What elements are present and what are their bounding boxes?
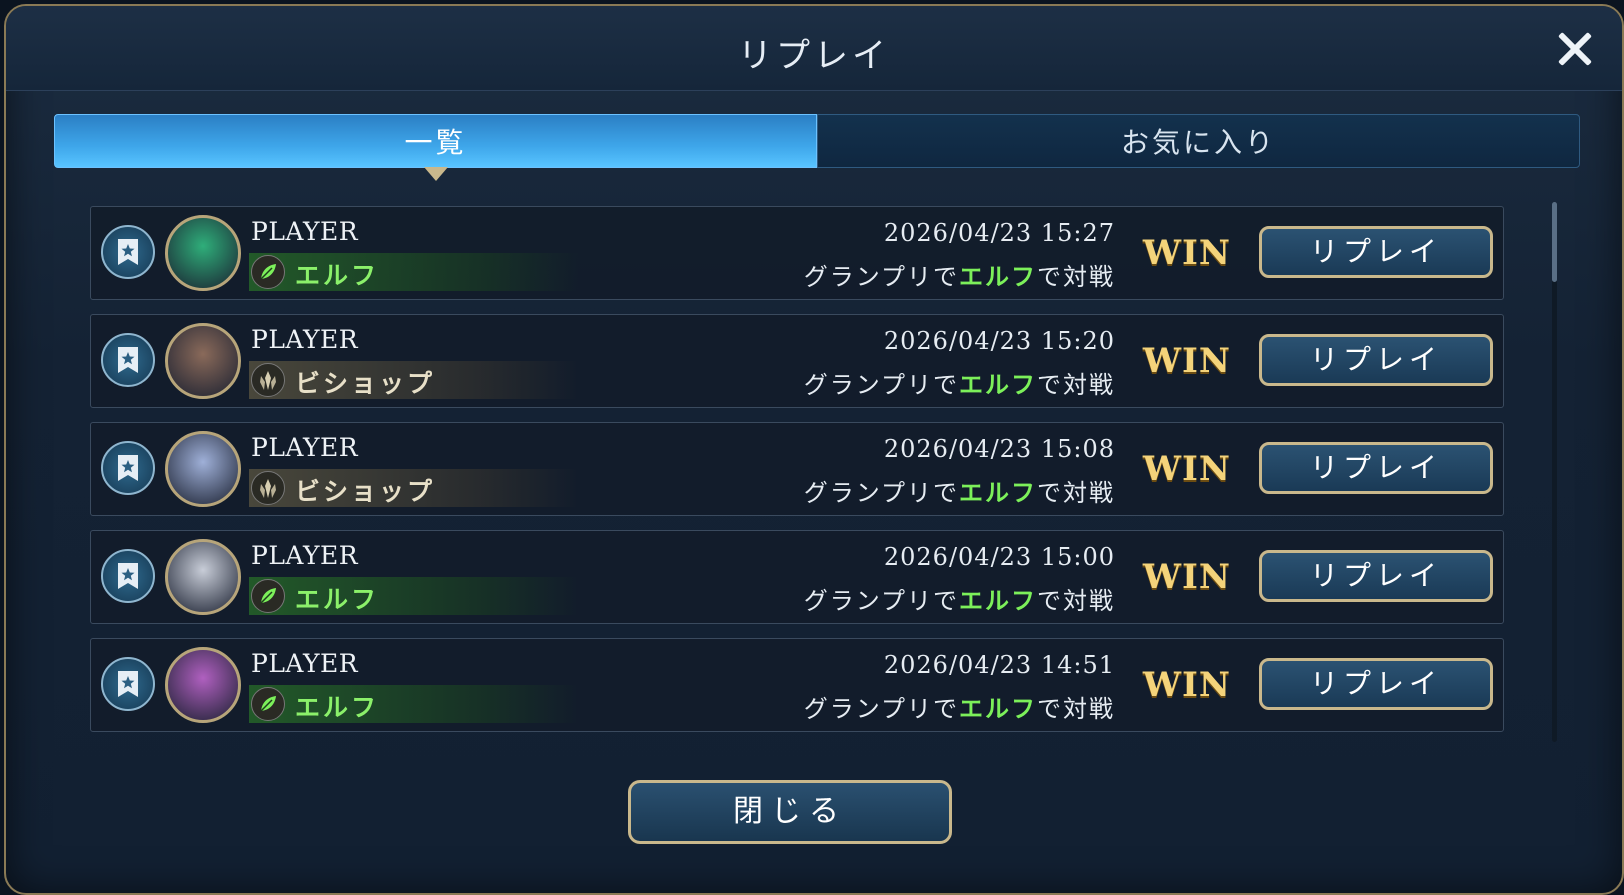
close-button[interactable]: 閉じる: [628, 780, 952, 844]
desc-class: エルフ: [959, 371, 1037, 399]
favorite-button[interactable]: [101, 657, 155, 711]
class-label: ビショップ: [295, 477, 436, 506]
dialog-title: リプレイ: [738, 36, 890, 76]
desc-suffix: で対戦: [1037, 479, 1115, 507]
close-icon[interactable]: [1550, 24, 1600, 74]
class-badge: エルフ: [249, 577, 579, 615]
class-label: エルフ: [295, 261, 380, 290]
match-description: グランプリでエルフで対戦: [804, 689, 1115, 724]
result-badge: WIN: [1142, 341, 1231, 381]
favorite-button[interactable]: [101, 549, 155, 603]
class-label: エルフ: [295, 585, 380, 614]
replay-button[interactable]: リプレイ: [1259, 226, 1493, 278]
bishop-crest-icon: [251, 471, 285, 505]
match-description: グランプリでエルフで対戦: [804, 581, 1115, 616]
leaf-icon: [251, 579, 285, 613]
tab-favorites-label: お気に入り: [1120, 126, 1276, 159]
desc-suffix: で対戦: [1037, 587, 1115, 615]
result-badge: WIN: [1142, 233, 1231, 273]
desc-prefix: グランプリで: [803, 479, 959, 507]
desc-suffix: で対戦: [1037, 695, 1115, 723]
desc-suffix: で対戦: [1037, 263, 1115, 291]
player-name: PLAYER: [251, 649, 359, 678]
avatar: [165, 215, 241, 291]
match-date: 2026/04/23 15:08: [883, 435, 1115, 463]
desc-class: エルフ: [959, 479, 1037, 507]
avatar: [165, 647, 241, 723]
match-description: グランプリでエルフで対戦: [804, 365, 1115, 400]
replay-button[interactable]: リプレイ: [1259, 550, 1493, 602]
class-badge: ビショップ: [249, 361, 579, 399]
match-date: 2026/04/23 15:00: [883, 543, 1115, 571]
tab-list[interactable]: 一覧: [54, 114, 817, 181]
scrollbar-thumb[interactable]: [1552, 202, 1557, 282]
desc-prefix: グランプリで: [803, 371, 959, 399]
tab-list-label: 一覧: [404, 126, 467, 159]
leaf-icon: [251, 687, 285, 721]
player-name: PLAYER: [251, 325, 359, 354]
class-badge: ビショップ: [249, 469, 579, 507]
desc-class: エルフ: [959, 263, 1037, 291]
result-badge: WIN: [1142, 557, 1231, 597]
player-name: PLAYER: [251, 541, 359, 570]
replay-row: PLAYER ビショップ 2026/04/23 15:08 グランプリでエルフで対戦 W…: [90, 422, 1504, 516]
bishop-crest-icon: [251, 363, 285, 397]
desc-class: エルフ: [959, 587, 1037, 615]
tab-favorites[interactable]: お気に入り: [817, 114, 1580, 168]
class-label: エルフ: [295, 693, 380, 722]
match-description: グランプリでエルフで対戦: [804, 473, 1115, 508]
replay-button[interactable]: リプレイ: [1259, 658, 1493, 710]
class-label: ビショップ: [295, 369, 436, 398]
match-date: 2026/04/23 15:20: [883, 327, 1115, 355]
player-name: PLAYER: [251, 433, 359, 462]
desc-prefix: グランプリで: [803, 695, 959, 723]
desc-prefix: グランプリで: [803, 263, 959, 291]
class-badge: エルフ: [249, 253, 579, 291]
leaf-icon: [251, 255, 285, 289]
replay-button[interactable]: リプレイ: [1259, 442, 1493, 494]
replay-row: PLAYER エルフ 2026/04/23 15:00 グランプリでエルフで対戦 WIN…: [90, 530, 1504, 624]
result-badge: WIN: [1142, 449, 1231, 489]
favorite-button[interactable]: [101, 333, 155, 387]
avatar: [165, 431, 241, 507]
desc-class: エルフ: [959, 695, 1037, 723]
desc-prefix: グランプリで: [803, 587, 959, 615]
replay-button[interactable]: リプレイ: [1259, 334, 1493, 386]
replay-row: PLAYER エルフ 2026/04/23 14:51 グランプリでエルフで対戦 WIN…: [90, 638, 1504, 732]
match-description: グランプリでエルフで対戦: [804, 257, 1115, 292]
replay-row: PLAYER エルフ 2026/04/23 15:27 グランプリでエルフで対戦 WIN…: [90, 206, 1504, 300]
match-date: 2026/04/23 14:51: [883, 651, 1115, 679]
player-name: PLAYER: [251, 217, 359, 246]
dialog-header: リプレイ: [6, 6, 1622, 91]
class-badge: エルフ: [249, 685, 579, 723]
desc-suffix: で対戦: [1037, 371, 1115, 399]
replay-row: PLAYER ビショップ 2026/04/23 15:20 グランプリでエルフで対戦 W…: [90, 314, 1504, 408]
tab-bar: 一覧 お気に入り: [54, 114, 1580, 181]
result-badge: WIN: [1142, 665, 1231, 705]
tab-pointer-icon: [423, 167, 448, 181]
match-date: 2026/04/23 15:27: [883, 219, 1115, 247]
favorite-button[interactable]: [101, 225, 155, 279]
favorite-button[interactable]: [101, 441, 155, 495]
avatar: [165, 539, 241, 615]
avatar: [165, 323, 241, 399]
scrollbar[interactable]: [1552, 202, 1557, 742]
replay-dialog: リプレイ 一覧 お気に入り PLAYER エルフ 2026/04/23 15:27 グ…: [4, 4, 1624, 895]
